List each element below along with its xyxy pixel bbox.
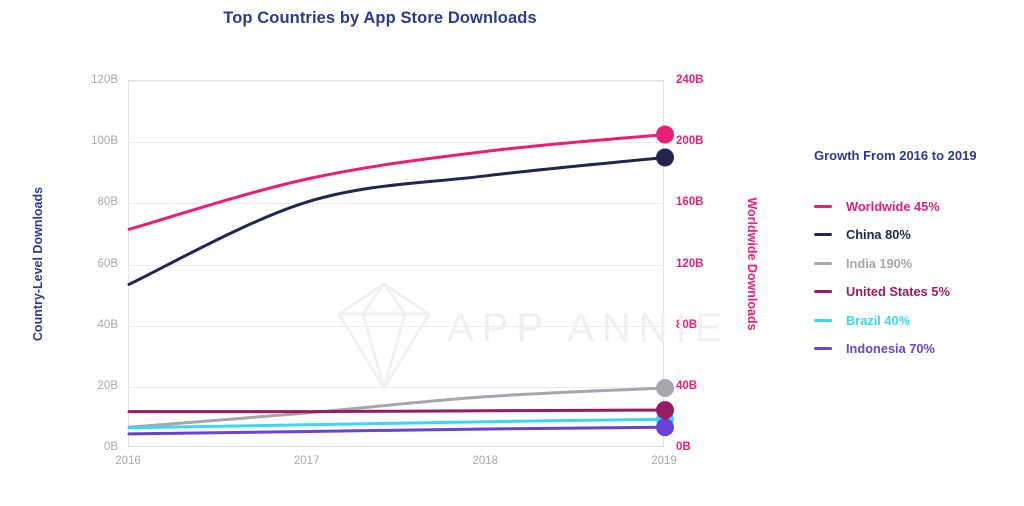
plot-area: APP ANNIE [127,80,721,447]
legend-item[interactable]: Indonesia 70% [814,335,1024,364]
y-axis-left-tick-label: 60B [97,257,118,270]
y-axis-left-tick-label: 0B [103,441,118,453]
legend: Growth From 2016 to 2019 Worldwide 45% Ch… [814,148,1024,363]
page-title: Top Countries by App Store Downloads [223,9,537,27]
legend-swatch-icon [814,261,832,265]
y-axis-left-tick-label: 20B [97,379,118,392]
legend-item[interactable]: United States 5% [814,278,1024,307]
legend-swatch-icon [814,290,832,294]
legend-item-label: Indonesia 70% [846,341,935,357]
legend-item-label: India 190% [846,255,913,271]
legend-item[interactable]: Worldwide 45% [814,192,1024,221]
x-axis-tick-label: 2017 [293,455,320,467]
y-axis-left-tick-label: 80B [97,196,118,209]
series-endpoint-united-states[interactable] [656,401,674,420]
y-axis-right-tick-label: 0B [676,441,691,453]
y-axis-right-tick-label: 240B [676,74,704,86]
legend-item-label: Brazil 40% [846,312,911,328]
series-endpoint-worldwide[interactable] [656,125,674,144]
legend-item[interactable]: China 80% [814,221,1024,250]
series-line-indonesia [127,425,667,436]
legend-item-label: China 80% [846,227,911,243]
legend-swatch-icon [814,204,832,208]
legend-swatch-icon [814,347,832,351]
series-lines [127,125,674,437]
series-line-worldwide [127,133,667,231]
y-axis-left-tick-label: 40B [97,318,118,331]
y-axis-right-title: Worldwide Downloads [745,197,759,331]
x-axis-tick-label: 2018 [472,455,499,467]
series-line-china [127,155,667,286]
legend-item[interactable]: Brazil 40% [814,306,1024,335]
series-endpoint-indonesia[interactable] [656,418,674,437]
legend-title: Growth From 2016 to 2019 [814,148,977,163]
y-axis-right-tick-label: 200B [676,135,704,148]
legend-swatch-icon [814,233,832,237]
chart-page: Top Countries by App Store Downloads Cou… [0,0,1024,506]
y-axis-right-tick-label: 40B [676,379,698,392]
y-axis-right-tick-label: 120B [676,257,704,270]
y-axis-left-tick-label: 100B [91,135,118,148]
y-axis-left-tick-label: 120B [91,74,118,86]
legend-swatch-icon [814,318,832,322]
y-axis-right-tick-label: 160B [676,196,704,209]
y-axis-left-title: Country-Level Downloads [31,186,45,342]
series-endpoint-india[interactable] [656,379,674,398]
y-axis-right-tick-label: 80B [676,318,698,331]
x-axis-tick-label: 2019 [651,455,677,467]
legend-item-label: United States 5% [846,284,950,300]
legend-item[interactable]: India 190% [814,249,1024,278]
series-endpoint-china[interactable] [656,148,674,167]
legend-item-label: Worldwide 45% [846,198,940,214]
x-axis-tick-label: 2016 [115,455,141,467]
series-line-united-states [127,408,667,414]
legend-items: Worldwide 45% China 80% India 190% United S… [814,192,1024,363]
